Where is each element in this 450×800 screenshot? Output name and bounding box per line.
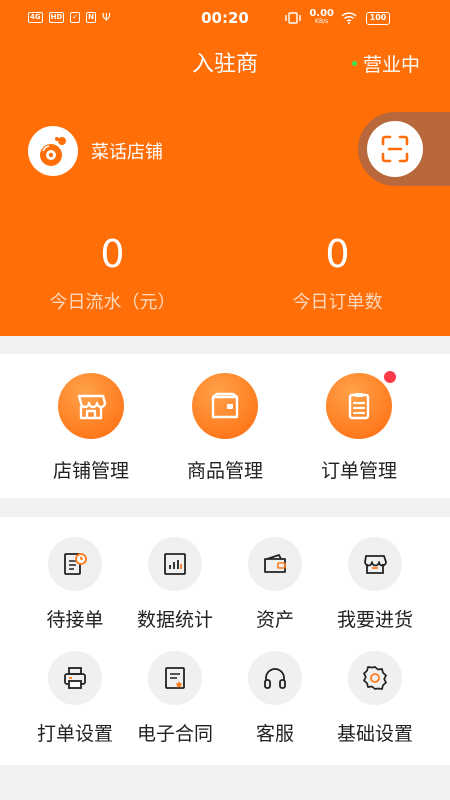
quick-order-label: 订单管理 — [320, 460, 397, 482]
scan-icon — [381, 135, 409, 163]
header: 4G HD ✓ N Ψ 00:20 0.00 KB/s 100 入驻商 营业中 — [0, 0, 450, 336]
stat-revenue-value: 0 — [100, 232, 125, 276]
clipboard-icon — [348, 393, 370, 420]
tool-data-statistics-label: 数据统计 — [136, 609, 213, 631]
quick-order-management[interactable]: 订单管理 — [284, 371, 434, 483]
stat-orders[interactable]: 0 今日订单数 — [225, 232, 450, 314]
tool-customer-service-label: 客服 — [255, 723, 294, 745]
pending-order-icon-wrap — [48, 537, 102, 591]
tool-customer-service[interactable]: 客服 — [225, 651, 325, 746]
quick-store-label: 店铺管理 — [52, 460, 129, 482]
tool-pending-orders-label: 待接单 — [46, 609, 104, 631]
shop-icon-wrap — [348, 537, 402, 591]
vibrate-icon — [285, 12, 302, 24]
network-speed: 0.00 KB/s — [309, 8, 334, 26]
stat-orders-label: 今日订单数 — [292, 292, 383, 313]
tools-card: 待接单 数据统计 资产 我要进货 打单设置 电子合同 客服 基础设置 — [0, 517, 450, 765]
tool-pending-orders[interactable]: 待接单 — [25, 537, 125, 632]
tool-data-statistics[interactable]: 数据统计 — [125, 537, 225, 632]
headset-icon — [264, 668, 286, 689]
tool-print-settings-label: 打单设置 — [36, 723, 113, 745]
tool-purchase-label: 我要进货 — [336, 609, 413, 631]
store-icon — [77, 394, 107, 420]
box-icon — [211, 392, 239, 419]
network-speed-value: 0.00 — [309, 8, 334, 19]
quick-actions-card: 店铺管理 商品管理 订单管理 — [0, 354, 450, 498]
network-speed-unit: KB/s — [315, 18, 329, 25]
status-bar: 4G HD ✓ N Ψ 00:20 0.00 KB/s 100 — [0, 0, 450, 36]
headset-icon-wrap — [248, 651, 302, 705]
shop-icon — [364, 555, 387, 574]
order-badge-dot — [384, 371, 396, 383]
store-icon-wrap — [58, 373, 124, 439]
pending-order-icon — [64, 553, 87, 575]
wallet-icon-wrap — [248, 537, 302, 591]
business-status-label: 营业中 — [363, 54, 421, 76]
settings-icon-wrap — [348, 651, 402, 705]
store-logo[interactable] — [28, 126, 78, 176]
store-name[interactable]: 菜话店铺 — [91, 138, 163, 164]
stat-revenue[interactable]: 0 今日流水（元） — [0, 232, 225, 314]
box-icon-wrap — [192, 373, 258, 439]
tool-basic-settings[interactable]: 基础设置 — [325, 651, 425, 746]
stat-orders-value: 0 — [325, 232, 350, 276]
clipboard-icon-wrap — [326, 371, 396, 439]
tool-basic-settings-label: 基础设置 — [336, 723, 413, 745]
chart-icon — [164, 553, 186, 575]
status-dot — [352, 61, 357, 66]
store-logo-icon — [40, 137, 66, 166]
printer-icon-wrap — [48, 651, 102, 705]
tool-purchase[interactable]: 我要进货 — [325, 537, 425, 632]
scan-button[interactable] — [367, 121, 423, 177]
tool-e-contract[interactable]: 电子合同 — [125, 651, 225, 746]
quick-store-management[interactable]: 店铺管理 — [16, 373, 166, 483]
business-status[interactable]: 营业中 — [352, 50, 420, 77]
tool-assets-label: 资产 — [255, 609, 294, 631]
settings-icon — [363, 666, 387, 690]
wifi-icon — [341, 12, 357, 24]
quick-product-label: 商品管理 — [186, 460, 263, 482]
tool-print-settings[interactable]: 打单设置 — [25, 651, 125, 746]
stat-revenue-label: 今日流水（元） — [49, 292, 176, 313]
printer-icon — [64, 667, 86, 689]
wallet-icon — [264, 554, 286, 573]
battery-icon: 100 — [366, 12, 390, 25]
contract-icon — [165, 667, 185, 689]
tool-e-contract-label: 电子合同 — [136, 723, 213, 745]
contract-icon-wrap — [148, 651, 202, 705]
quick-product-management[interactable]: 商品管理 — [150, 373, 300, 483]
chart-icon-wrap — [148, 537, 202, 591]
tool-assets[interactable]: 资产 — [225, 537, 325, 632]
